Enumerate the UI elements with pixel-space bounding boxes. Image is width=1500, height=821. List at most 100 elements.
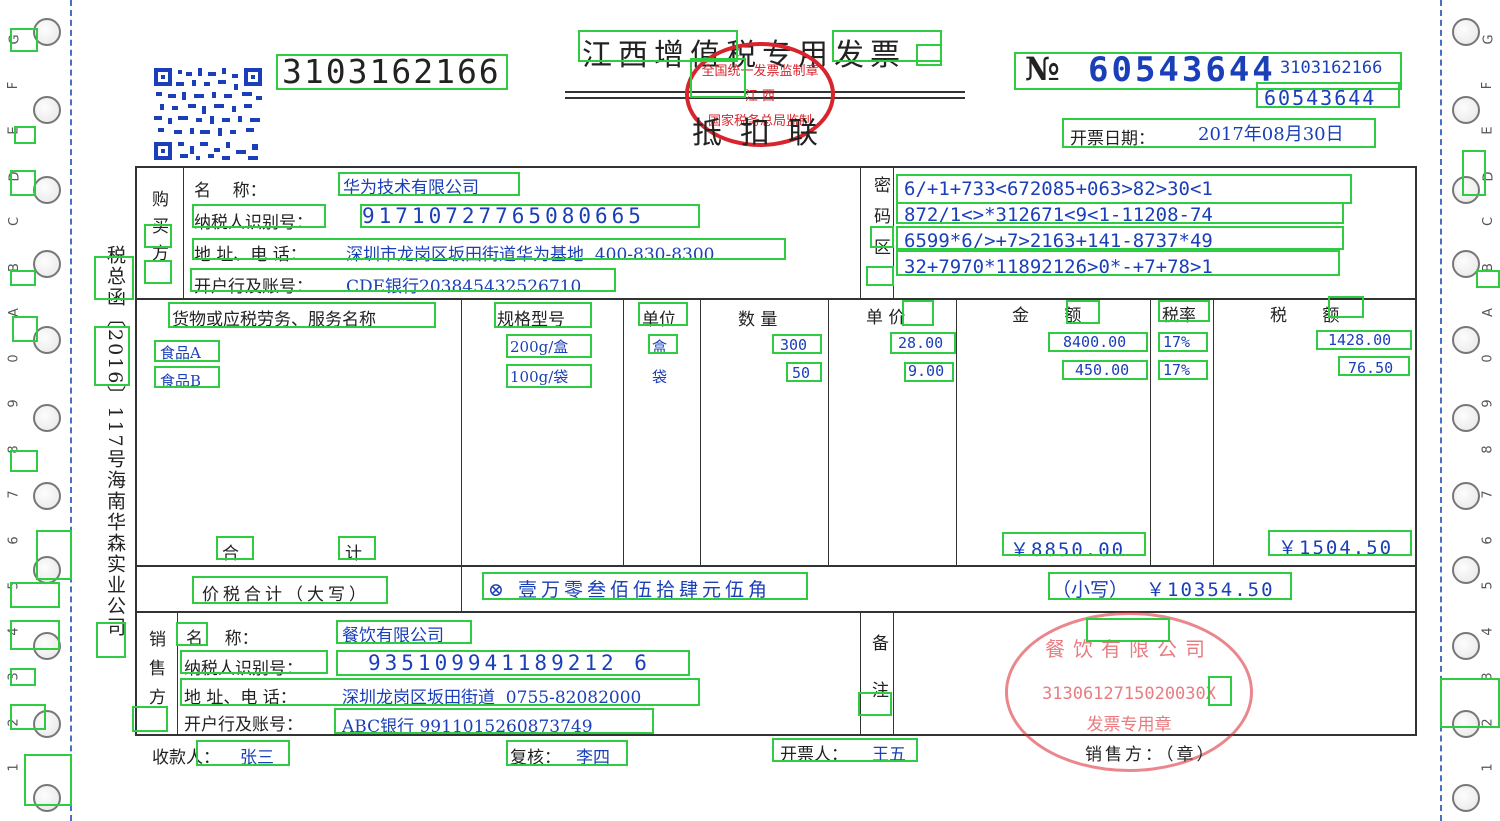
margin-tick-label: 8 — [1480, 444, 1496, 454]
margin-tick-label: 9 — [1480, 399, 1496, 408]
highlight-box — [176, 622, 208, 646]
highlight-box — [690, 58, 746, 98]
perforation-hole — [1452, 18, 1480, 46]
highlight-box — [338, 536, 376, 560]
highlight-box — [866, 266, 894, 286]
highlight-box — [1440, 678, 1500, 728]
highlight-box — [1002, 532, 1146, 556]
highlight-box — [192, 238, 786, 260]
highlight-box — [890, 332, 956, 354]
highlight-box — [10, 620, 60, 650]
margin-tick-label: G — [1481, 34, 1497, 45]
highlight-box — [196, 740, 290, 766]
highlight-box — [1268, 530, 1412, 556]
highlight-box — [36, 530, 72, 580]
highlight-box — [360, 204, 700, 228]
highlight-box — [1328, 296, 1364, 318]
perforation-hole — [1452, 482, 1480, 510]
highlight-box — [180, 650, 328, 674]
highlight-box — [96, 622, 126, 658]
highlight-box — [506, 740, 628, 766]
margin-tick-label: C — [1481, 216, 1497, 227]
cipher-label: 密码区 — [870, 176, 890, 269]
highlight-box — [1048, 332, 1148, 352]
highlight-box — [1062, 360, 1148, 380]
highlight-box — [772, 334, 822, 354]
perforation-hole — [33, 96, 61, 124]
buyer-name-label: 名 称： — [194, 181, 267, 201]
col-qty: 数 量 — [738, 310, 778, 330]
highlight-box — [1462, 150, 1486, 196]
highlight-box — [192, 204, 326, 228]
highlight-box — [494, 302, 592, 328]
col-price: 单 价 — [866, 308, 906, 328]
margin-tick-label: A — [1480, 308, 1496, 317]
perforation-hole — [33, 482, 61, 510]
copy-type: 抵扣联 — [692, 116, 836, 151]
highlight-box — [896, 202, 1344, 224]
margin-tick-label: 1 — [1480, 763, 1496, 772]
margin-tick-label: 7 — [1480, 490, 1496, 499]
margin-tick-label: 0 — [6, 353, 22, 363]
margin-tick-label: E — [1480, 126, 1496, 135]
perforation-hole — [1452, 326, 1480, 354]
highlight-box — [904, 362, 954, 382]
highlight-box — [870, 226, 894, 248]
margin-tick-label: F — [6, 81, 22, 89]
highlight-box — [896, 250, 1340, 276]
highlight-box — [168, 302, 436, 328]
highlight-box — [902, 300, 934, 326]
margin-tick-label: 0 — [1480, 353, 1496, 363]
highlight-box — [276, 54, 508, 90]
margin-tick-label: 1 — [6, 763, 22, 772]
highlight-box — [10, 28, 38, 52]
highlight-box — [896, 174, 1352, 204]
highlight-box — [1062, 118, 1376, 148]
highlight-box — [12, 316, 38, 342]
highlight-box — [336, 620, 472, 644]
highlight-box — [1338, 356, 1410, 376]
margin-tick-label: F — [1480, 81, 1496, 89]
highlight-box — [1048, 572, 1292, 600]
margin-tick-label: 9 — [6, 399, 22, 408]
highlight-box — [1158, 332, 1208, 352]
highlight-box — [1476, 270, 1500, 288]
highlight-box — [144, 224, 172, 248]
highlight-box — [482, 572, 808, 600]
highlight-box — [10, 582, 60, 608]
highlight-box — [338, 172, 520, 196]
perforation-hole — [1452, 404, 1480, 432]
seller-seal-label: 销售方：（章） — [1085, 745, 1217, 765]
highlight-box — [1086, 618, 1170, 642]
highlight-box — [24, 754, 72, 806]
highlight-box — [180, 678, 700, 706]
highlight-box — [916, 44, 942, 66]
margin-tick-label: 4 — [1480, 626, 1496, 636]
highlight-box — [144, 260, 172, 284]
highlight-box — [334, 708, 654, 734]
highlight-box — [1066, 300, 1100, 324]
highlight-box — [10, 450, 38, 472]
left-perforation-line — [70, 0, 72, 821]
printer-info: 税总函〔2016〕117号海南华森实业公司 — [104, 245, 126, 638]
highlight-box — [638, 302, 688, 326]
highlight-box — [10, 170, 36, 196]
highlight-box — [858, 692, 892, 716]
highlight-box — [506, 364, 592, 388]
highlight-box — [14, 126, 36, 144]
highlight-box — [94, 256, 134, 300]
margin-tick-label: 7 — [6, 490, 22, 499]
highlight-box — [154, 340, 220, 362]
item-unit: 袋 — [652, 368, 668, 386]
highlight-box — [506, 334, 592, 358]
highlight-box — [10, 270, 36, 286]
highlight-box — [192, 576, 388, 604]
perforation-hole — [33, 176, 61, 204]
margin-tick-label: 5 — [1480, 581, 1496, 590]
seller-bank-label: 开户行及账号： — [184, 715, 303, 735]
highlight-box — [10, 668, 36, 686]
highlight-box — [132, 706, 168, 732]
highlight-box — [10, 704, 46, 730]
perforation-hole — [33, 404, 61, 432]
seller-section-label: 销售方 — [145, 630, 165, 717]
